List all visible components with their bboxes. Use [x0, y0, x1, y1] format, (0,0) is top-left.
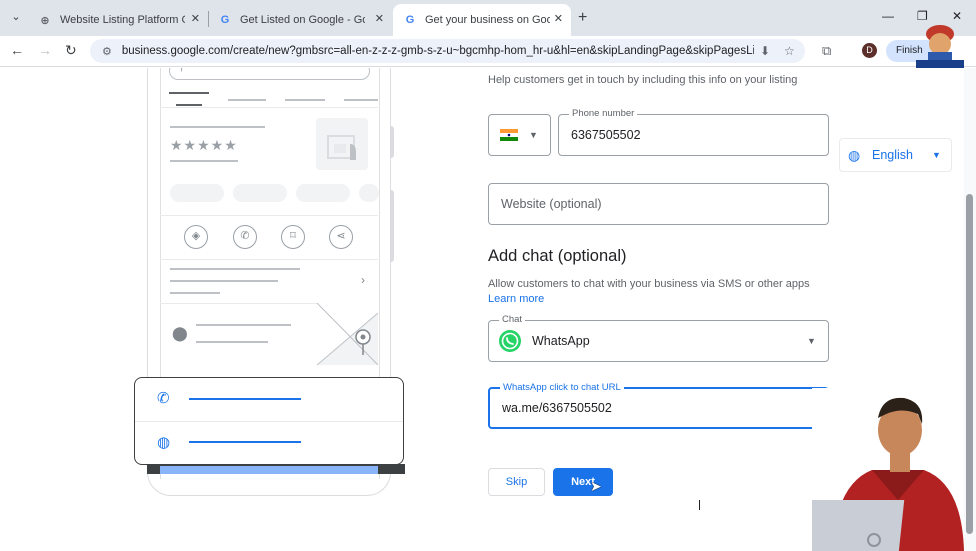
text-cursor: [699, 500, 700, 510]
directions-icon: ◈: [184, 225, 208, 249]
tab-title: Website Listing Platform Guide: [60, 14, 185, 26]
chat-app-value: WhatsApp: [532, 334, 590, 348]
bookmark-icon: ⌑: [281, 225, 305, 249]
language-label: English: [872, 148, 913, 162]
mock-divider: [160, 107, 378, 108]
phone-icon: ✆: [157, 390, 170, 407]
phone-number-label: Phone number: [569, 108, 638, 119]
mock-divider: [160, 215, 378, 216]
scrollbar-thumb[interactable]: [966, 194, 973, 534]
chat-section-title: Add chat (optional): [488, 247, 627, 265]
rating-stars: ★★★★★: [170, 137, 238, 153]
mock-search-bar: ⚲: [169, 68, 370, 80]
close-icon[interactable]: ✕: [554, 12, 563, 25]
mock-tab-line: [285, 99, 325, 101]
chat-app-select[interactable]: Chat WhatsApp ▼: [488, 314, 829, 362]
share-icon: ⋖: [329, 225, 353, 249]
tab-search-icon[interactable]: ⌄: [8, 9, 24, 25]
chat-label: Chat: [499, 314, 526, 325]
mock-divider: [160, 259, 378, 260]
globe-icon: ◍: [157, 434, 171, 451]
reload-icon[interactable]: ↻: [65, 42, 77, 59]
phone-icon: ✆: [233, 225, 257, 249]
phone-side-button: [390, 190, 394, 262]
mock-text-line: [170, 280, 278, 282]
mock-tab-line: [344, 99, 378, 101]
mock-tab-indicator: [176, 104, 202, 106]
install-icon[interactable]: ⬇: [760, 44, 770, 58]
google-icon: G: [220, 14, 230, 26]
forward-icon[interactable]: →: [38, 42, 52, 58]
mock-chip: [359, 184, 379, 202]
google-icon: G: [405, 14, 415, 26]
mock-chip: [170, 184, 224, 202]
map-thumbnail: [317, 303, 378, 365]
whatsapp-url-label: WhatsApp click to chat URL: [500, 382, 624, 393]
url-text: business.google.com/create/new?gmbsrc=al…: [121, 45, 754, 57]
india-flag-icon: [500, 129, 518, 141]
whatsapp-icon: [499, 330, 521, 352]
skip-button[interactable]: Skip: [488, 468, 545, 496]
webcam-presenter-overlay: [812, 388, 964, 551]
mock-text-line: [196, 324, 291, 326]
card-divider: [135, 421, 403, 422]
mock-text-line: [170, 292, 220, 294]
search-icon: ⚲: [178, 68, 185, 73]
phone-side-button: [390, 126, 394, 158]
phone-number-field[interactable]: Phone number 6367505502: [558, 108, 829, 156]
close-icon[interactable]: ✕: [375, 12, 384, 25]
chevron-down-icon: ▼: [932, 150, 941, 160]
website-placeholder: Website (optional): [501, 197, 602, 211]
mock-tab-line: [169, 92, 209, 94]
mock-text-line: [170, 268, 300, 270]
close-icon[interactable]: ✕: [191, 12, 200, 25]
mock-text-line: [170, 160, 238, 162]
channel-mascot-logo: [916, 25, 964, 68]
address-bar[interactable]: ⚙ business.google.com/create/new?gmbsrc=…: [90, 39, 805, 63]
globe-icon: ◍: [848, 147, 861, 163]
whatsapp-url-value: wa.me/6367505502: [502, 401, 612, 415]
tab-website-listing[interactable]: ⊕ Website Listing Platform Guide ✕: [28, 4, 208, 36]
minimize-icon[interactable]: —: [882, 9, 894, 23]
browser-tab-strip: ⌄ ⊕ Website Listing Platform Guide ✕ G G…: [0, 0, 976, 36]
learn-more-link[interactable]: Learn more: [488, 293, 544, 305]
contact-card-illustration: ✆ ◍: [134, 377, 404, 465]
globe-icon: ⊕: [40, 14, 50, 27]
chevron-down-icon: ▼: [807, 336, 816, 346]
new-tab-icon[interactable]: +: [578, 9, 587, 27]
mock-website-line: [189, 441, 301, 443]
tab-get-listed[interactable]: G Get Listed on Google - Google ✕: [208, 4, 392, 36]
mock-chip: [296, 184, 350, 202]
mock-tab-line: [228, 99, 266, 101]
tab-title: Get Listed on Google - Google: [240, 14, 365, 26]
page-content: ⚲ ★★★★★ ◈ ✆ ⌑ ⋖ › ⬤ ✆: [0, 68, 976, 551]
tab-title: Get your business on Google: [425, 14, 550, 26]
bookmark-star-icon[interactable]: ☆: [784, 44, 795, 58]
back-icon[interactable]: ←: [10, 42, 24, 58]
location-pin-icon: ⬤: [172, 325, 188, 341]
website-field[interactable]: Website (optional): [488, 183, 829, 225]
chevron-down-icon: ▼: [529, 130, 538, 140]
profile-avatar[interactable]: D: [862, 43, 877, 58]
whatsapp-url-field[interactable]: WhatsApp click to chat URL wa.me/6367505…: [488, 382, 829, 429]
mock-blue-bar: [160, 466, 378, 474]
extensions-icon[interactable]: ⧉: [822, 43, 831, 59]
phone-number-value: 6367505502: [571, 128, 641, 142]
browser-toolbar: ← → ↻ ⚙ business.google.com/create/new?g…: [0, 36, 976, 67]
tab-get-your-business[interactable]: G Get your business on Google ✕: [393, 4, 571, 36]
mock-text-line: [196, 341, 268, 343]
country-code-select[interactable]: [488, 114, 551, 156]
next-button[interactable]: Next: [553, 468, 613, 496]
mouse-pointer-icon: ➤: [590, 478, 602, 494]
language-selector[interactable]: ◍ English ▼: [839, 138, 952, 172]
mock-phone-line: [189, 398, 301, 400]
chevron-right-icon: ›: [361, 273, 365, 287]
mock-chip: [233, 184, 287, 202]
site-settings-icon[interactable]: ⚙: [102, 45, 112, 58]
chat-section-description: Allow customers to chat with your busine…: [488, 278, 810, 290]
store-image-placeholder: [316, 118, 368, 170]
store-icon: [327, 135, 356, 160]
help-text: Help customers get in touch by including…: [488, 74, 798, 86]
mock-text-line: [170, 126, 265, 128]
